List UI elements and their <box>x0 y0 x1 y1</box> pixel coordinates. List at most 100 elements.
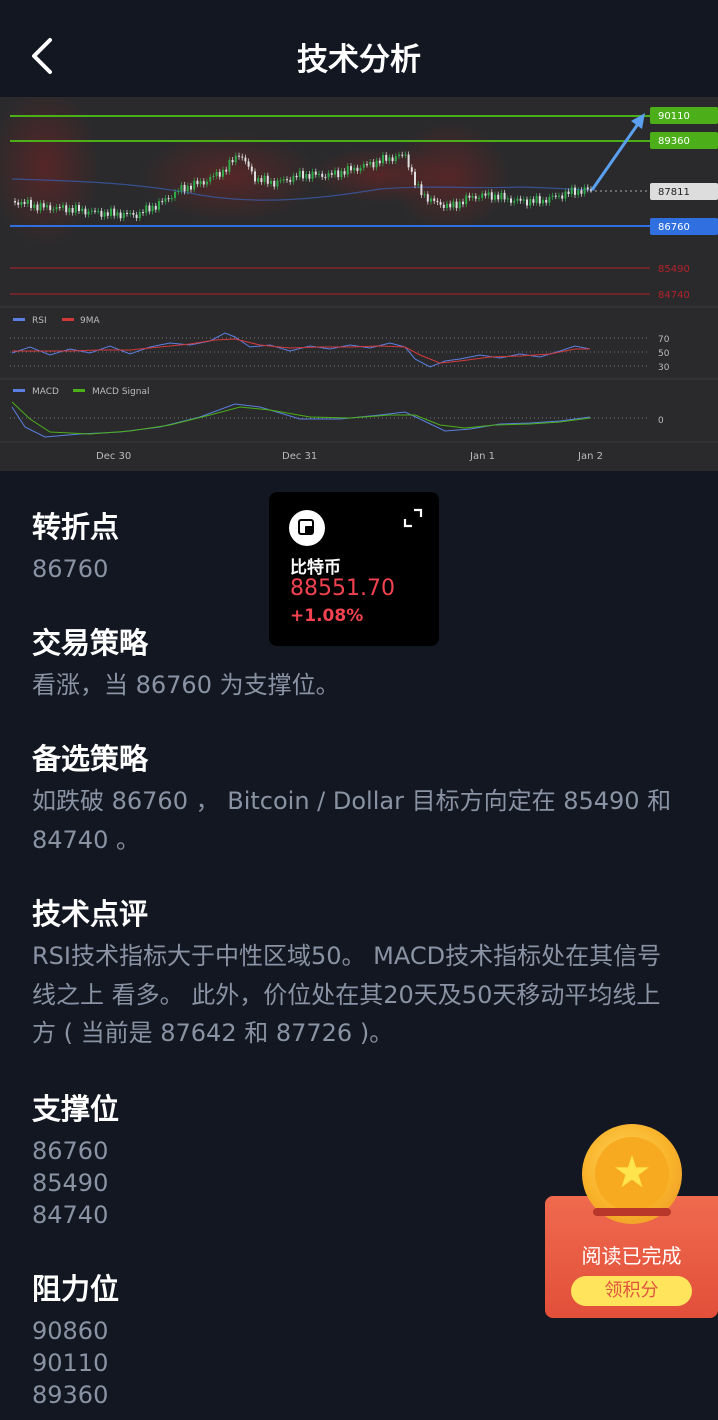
candle-body <box>426 194 429 202</box>
candle-body <box>244 157 247 162</box>
candle-body <box>519 198 522 201</box>
candle-body <box>260 178 263 182</box>
candle-body <box>510 198 512 203</box>
candle-body <box>148 205 151 212</box>
expand-icon[interactable] <box>403 508 423 528</box>
candle-body <box>474 196 477 199</box>
candle-body <box>577 190 580 195</box>
candle-body <box>231 159 234 163</box>
candle-body <box>71 207 74 213</box>
candle-body <box>350 166 352 171</box>
candle-body <box>417 184 420 186</box>
candle-body <box>190 185 192 190</box>
candle-body <box>103 212 106 217</box>
candle-body <box>388 157 391 161</box>
candle-body <box>407 154 410 168</box>
candle-body <box>100 210 103 217</box>
candle-body <box>362 164 365 168</box>
technical-chart: 90110 89360 87811 86760 85490 84740 RSI … <box>0 97 718 471</box>
candle-body <box>81 208 84 212</box>
candle-body <box>202 181 205 185</box>
x-tick: Jan 1 <box>469 451 495 462</box>
star-icon: ★ <box>612 1147 652 1198</box>
candle-body <box>558 195 560 197</box>
price-tag: 90110 <box>650 107 718 124</box>
candle-body <box>340 171 343 178</box>
candle-body <box>228 159 231 172</box>
support-title: 支撑位 <box>32 1092 120 1126</box>
candle-body <box>241 156 244 158</box>
candle-body <box>311 171 314 179</box>
candle-body <box>78 205 80 212</box>
candle-body <box>36 204 39 211</box>
candle-body <box>270 180 272 184</box>
candle-body <box>266 175 269 184</box>
candle-body <box>257 178 260 182</box>
candle-body <box>513 200 516 203</box>
candle-body <box>500 192 503 200</box>
x-tick: Dec 31 <box>282 451 317 462</box>
candle-body <box>471 196 474 198</box>
candle-body <box>186 185 189 192</box>
floating-price-card[interactable]: 比特币 88551.70 +1.08% <box>269 492 439 646</box>
asset-name: 比特币 <box>290 558 341 578</box>
candle-body <box>279 180 282 182</box>
candle-body <box>90 210 93 212</box>
candle-body <box>177 191 180 193</box>
strategy-body: 看涨，当 86760 为支撑位。 <box>32 671 340 699</box>
candle-body <box>132 212 135 215</box>
candle-body <box>414 171 416 186</box>
candle-body <box>548 196 551 203</box>
candle-body <box>337 170 340 178</box>
candle-body <box>420 184 423 196</box>
candle-body <box>196 180 199 185</box>
candle-body <box>359 167 362 171</box>
candle-body <box>23 201 26 204</box>
comment-body: RSI技术指标大于中性区域50。 MACD技术指标处在其信号线之上 看多。 此外… <box>32 942 662 1047</box>
candle-body <box>135 214 138 219</box>
candle-body <box>343 171 346 175</box>
candle-body <box>218 171 221 177</box>
candle-body <box>282 179 285 181</box>
candle-body <box>494 194 496 200</box>
candle-body <box>561 195 564 199</box>
candle-body <box>583 187 586 194</box>
candle-body <box>465 195 468 205</box>
candle-body <box>567 191 570 195</box>
candle-body <box>17 202 20 205</box>
candle-body <box>497 194 500 200</box>
candle-body <box>369 161 372 165</box>
candle-body <box>193 180 196 190</box>
candle-body <box>87 211 90 215</box>
macd-legend: MACD <box>32 387 59 397</box>
resistance-level: 89360 <box>32 1381 109 1409</box>
candle-body <box>113 208 116 216</box>
candle-body <box>372 161 375 168</box>
asset-change: +1.08% <box>290 606 364 626</box>
candle-body <box>145 205 148 213</box>
candle-body <box>401 154 404 156</box>
candle-body <box>385 155 388 161</box>
reward-widget[interactable]: ★ 阅读已完成 领积分 <box>545 1124 718 1320</box>
macd-signal-legend: MACD Signal <box>92 387 150 397</box>
candle-body <box>42 203 45 208</box>
candle-body <box>20 201 23 205</box>
ma-legend: 9MA <box>80 316 100 326</box>
candle-body <box>302 170 304 179</box>
candle-body <box>484 193 487 196</box>
candle-body <box>65 205 68 213</box>
candle-body <box>122 212 125 219</box>
candle-body <box>225 169 228 172</box>
candle-body <box>116 212 119 216</box>
candle-body <box>286 179 288 181</box>
rsi-legend: RSI <box>32 316 47 326</box>
candle-body <box>462 201 464 205</box>
claim-points-button[interactable]: 领积分 <box>571 1276 692 1306</box>
candle-body <box>353 167 356 171</box>
strategy-title: 交易策略 <box>32 626 149 660</box>
candle-body <box>433 198 436 201</box>
candle-body <box>126 212 128 214</box>
candle-body <box>273 180 276 187</box>
candle-body <box>586 187 589 190</box>
candle-body <box>535 196 538 203</box>
